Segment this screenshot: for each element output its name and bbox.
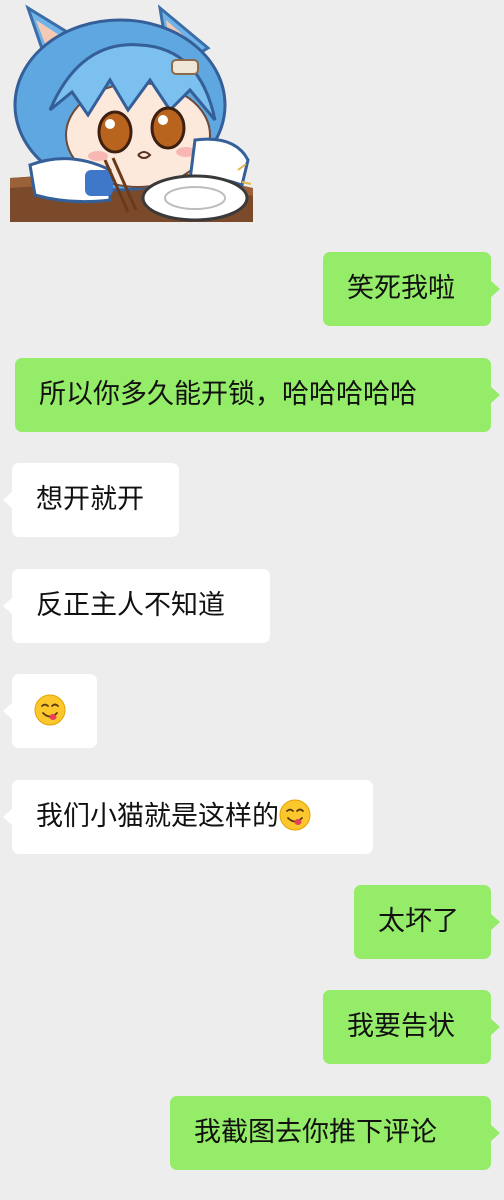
yum-face-emoji [34, 694, 66, 726]
message-bubble-outgoing[interactable]: 所以你多久能开锁，哈哈哈哈哈 [15, 358, 500, 432]
message-bubble-incoming[interactable]: 我们小猫就是这样的 [3, 780, 373, 854]
message-text: 我们小猫就是这样的 [36, 801, 279, 832]
message-bubble-incoming[interactable]: 反正主人不知道 [3, 569, 270, 643]
message-text: 笑死我啦 [347, 273, 455, 304]
yum-face-emoji [279, 799, 311, 831]
message-text: 所以你多久能开锁，哈哈哈哈哈 [39, 379, 417, 410]
message-bubble-outgoing[interactable]: 我要告状 [323, 990, 500, 1064]
message-text: 我要告状 [347, 1011, 455, 1042]
message-bubble-outgoing[interactable]: 我截图去你推下评论 [170, 1096, 500, 1170]
message-bubble-outgoing[interactable]: 太坏了 [354, 885, 500, 959]
cat-boy-sticker-image [10, 4, 253, 222]
message-bubble-incoming[interactable] [3, 674, 97, 748]
cat-boy-sticker[interactable] [10, 0, 253, 222]
message-text: 太坏了 [378, 906, 459, 937]
message-bubble-outgoing[interactable]: 笑死我啦 [323, 252, 500, 326]
message-text: 想开就开 [36, 484, 144, 515]
message-text: 反正主人不知道 [36, 590, 225, 621]
message-bubble-incoming[interactable]: 想开就开 [3, 463, 179, 537]
message-text: 我截图去你推下评论 [194, 1117, 437, 1148]
